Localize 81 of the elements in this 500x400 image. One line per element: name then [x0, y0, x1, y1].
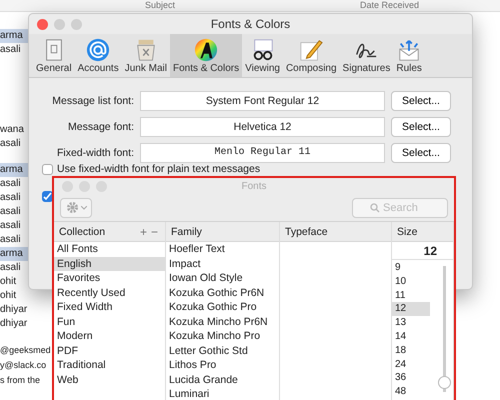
collection-item[interactable]: English [54, 256, 165, 271]
size-field[interactable]: 12 [392, 242, 453, 260]
message-preview-text: s from the [0, 374, 42, 387]
toolbar-tab[interactable]: General [33, 34, 75, 77]
field-label: Message font: [67, 121, 134, 133]
font-family-item[interactable]: Kozuka Mincho Pr6N [166, 314, 279, 329]
font-family-item[interactable]: Lithos Pro [166, 358, 279, 372]
font-family-item[interactable]: Luminari [166, 387, 279, 400]
mail-row[interactable]: dhiyar [0, 303, 28, 317]
collection-item[interactable]: Traditional [54, 358, 165, 372]
collection-item[interactable]: Recently Used [54, 286, 165, 300]
collection-item[interactable]: All Fonts [54, 242, 165, 256]
toolbar-tab[interactable]: Viewing [242, 34, 283, 77]
caret-icon [80, 206, 86, 210]
font-family-item[interactable]: Iowan Old Style [166, 271, 279, 286]
size-item[interactable]: 10 [392, 274, 430, 289]
collection-item[interactable]: PDF [54, 344, 165, 358]
mail-row[interactable]: arma [0, 163, 28, 177]
message-preview-text: y@slack.co [0, 359, 48, 372]
zoom-button[interactable] [71, 18, 82, 30]
select-button[interactable]: Select... [391, 143, 451, 163]
column-header[interactable]: Date Received [360, 0, 420, 11]
column-header[interactable]: Subject [145, 0, 176, 11]
size-item[interactable]: 9 [392, 261, 430, 275]
font-field: Menlo Regular 11 [140, 143, 385, 163]
mail-row[interactable]: dhiyar [0, 317, 28, 331]
collection-item[interactable]: Web [54, 372, 165, 387]
font-family-item[interactable]: Kozuka Gothic Pro [166, 300, 279, 314]
font-family-item[interactable]: Hoefler Text [166, 242, 279, 256]
size-item[interactable]: 13 [392, 316, 430, 330]
column-header: Family [171, 226, 202, 238]
toolbar-tab[interactable]: Rules [393, 34, 425, 77]
font-field: System Font Regular 12 [140, 91, 385, 111]
close-button[interactable] [37, 18, 48, 30]
message-preview-text: @geeksmed [0, 344, 50, 357]
window-title: Fonts & Colors [210, 17, 292, 31]
collection-item[interactable]: Favorites [54, 271, 165, 286]
column-header: Size [397, 226, 418, 238]
size-item[interactable]: 12 [392, 302, 430, 316]
collection-item[interactable]: Modern [54, 329, 165, 344]
size-item[interactable]: 18 [392, 344, 430, 358]
font-family-item[interactable]: Kozuka Gothic Pr6N [166, 286, 279, 300]
collection-item[interactable]: Fixed Width [54, 300, 165, 314]
mail-row[interactable]: arma [0, 29, 28, 43]
toolbar-tab[interactable]: Accounts [74, 34, 122, 77]
size-item[interactable]: 24 [392, 358, 430, 372]
pencil-paper-icon [299, 38, 324, 62]
select-button[interactable]: Select... [391, 117, 451, 137]
font-family-item[interactable]: Lucida Grande [166, 372, 279, 387]
column-header: Typeface [285, 226, 328, 238]
envelope-arrows-icon [397, 38, 422, 62]
toolbar-tab[interactable]: Signatures [340, 34, 394, 77]
font-field: Helvetica 12 [140, 117, 385, 137]
toolbar-tab[interactable]: Junk Mail [122, 34, 170, 77]
at-sign-icon [86, 38, 110, 62]
size-item[interactable]: 48 [392, 385, 430, 399]
checkbox-label: Use fixed-width font for plain text messages [57, 163, 260, 175]
minimize-button[interactable] [54, 18, 65, 30]
field-label: Message list font: [51, 95, 134, 107]
collection-item[interactable]: Fun [54, 314, 165, 329]
color-wheel-icon [194, 38, 218, 62]
field-label: Fixed-width font: [56, 147, 134, 159]
gear-icon [66, 201, 78, 214]
font-family-item[interactable]: Letter Gothic Std [166, 344, 279, 358]
column-header: Collection [59, 226, 106, 238]
gear-menu-button[interactable] [60, 198, 92, 218]
font-family-item[interactable]: Kozuka Mincho Pro [166, 329, 279, 344]
size-item[interactable]: 14 [392, 330, 430, 344]
font-family-item[interactable]: Impact [166, 256, 279, 271]
toolbar-tab[interactable]: Fonts & Colors [170, 34, 242, 77]
toolbar-tab[interactable]: Composing [282, 34, 340, 77]
remove-button[interactable]: − [148, 224, 160, 238]
size-item[interactable]: 11 [392, 288, 430, 302]
search-field[interactable]: Search [352, 198, 448, 218]
select-button[interactable]: Select... [391, 91, 451, 111]
slider-thumb[interactable] [438, 376, 451, 389]
size-item[interactable]: 36 [392, 371, 430, 386]
mail-row[interactable]: arma [0, 247, 28, 261]
search-icon [370, 202, 380, 212]
panel-title: Fonts [240, 180, 268, 192]
add-button[interactable]: + [138, 224, 149, 238]
